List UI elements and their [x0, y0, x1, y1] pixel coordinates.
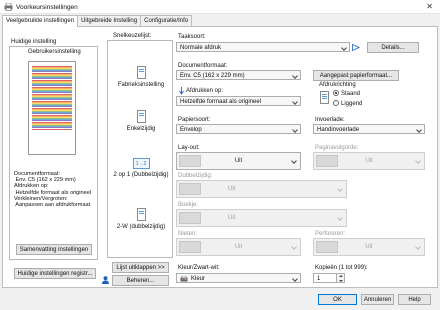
copies-label: Kopieën (1 tot 999):: [315, 265, 368, 271]
close-icon[interactable]: ✕: [426, 2, 433, 11]
arrow-right-icon: [352, 44, 360, 51]
details-button[interactable]: Details...: [367, 42, 419, 53]
info-line: Aanpassen aan afdrukformaat: [14, 202, 91, 209]
quick-select-label: Enkelzijdig: [126, 126, 156, 132]
help-button[interactable]: Help: [398, 294, 431, 305]
manage-button[interactable]: Beheren...: [112, 275, 169, 286]
quick-select-list: Fabrieksinstelling Enkelzijdig 1→2 2 op …: [107, 40, 173, 258]
paper-type-label: Papiersoort:: [178, 117, 211, 123]
stepper-up-icon[interactable]: [339, 275, 343, 277]
layout-select[interactable]: Uit: [176, 152, 301, 170]
input-tray-label: Invoerlade:: [315, 117, 345, 123]
page-order-label: Paginavolgorde:: [315, 145, 359, 151]
expand-list-button[interactable]: Lijst uitklappen >>: [112, 262, 169, 273]
color-print-icon: [180, 275, 188, 281]
quick-select-item-single-sided[interactable]: Enkelzijdig: [108, 110, 174, 132]
info-line: Hetzelfde formaat als origineel: [14, 189, 92, 196]
color-mode-value: Kleur: [191, 275, 206, 282]
custom-paper-size-button[interactable]: Aangepast papierformaat...: [313, 70, 399, 81]
title-bar: Voorkeursinstellingen ✕: [0, 0, 440, 14]
punch-icon: [316, 241, 338, 253]
page-order-value: Uit: [365, 158, 373, 164]
duplex-select[interactable]: Uit: [176, 180, 347, 198]
color-mode-label: Kleur/Zwart-wit:: [178, 265, 220, 271]
copies-stepper[interactable]: [337, 273, 345, 283]
register-current-settings-button[interactable]: Huidige instellingen registr...: [14, 268, 96, 279]
two-up-icon: 1→2: [132, 158, 150, 169]
printer-icon: [4, 3, 13, 11]
orientation-label: Afdrukrichting: [319, 82, 356, 88]
job-type-label: Taaksoort:: [178, 34, 206, 40]
orientation-landscape-label: Liggend: [341, 101, 363, 107]
input-tray-select[interactable]: Handinvoerlade: [313, 124, 425, 134]
page-order-icon: [316, 155, 338, 167]
punch-label: Perforeren:: [315, 231, 346, 237]
radio-dot: [333, 90, 339, 96]
layout-label: Lay-out:: [178, 145, 200, 151]
tab-frequent-settings[interactable]: Veelgebruikte instellingen: [2, 15, 79, 27]
user-icon: [102, 276, 109, 284]
document-icon: [136, 208, 146, 221]
preview-color-stripes: [32, 66, 72, 130]
staple-select[interactable]: Uit: [176, 238, 301, 256]
print-on-select[interactable]: Hetzelfde formaat als origineel: [176, 96, 301, 106]
staple-icon: [179, 241, 201, 253]
current-setting-panel: Gebruikersinstelling Documentformaat: En…: [9, 46, 98, 260]
ok-button[interactable]: OK: [318, 294, 357, 305]
current-setting-name: Gebruikersinstelling: [28, 49, 81, 55]
staple-value: Uit: [234, 244, 243, 250]
quick-select-label: 2-W (dubbelzijdig): [116, 224, 166, 230]
layout-icon: [179, 155, 201, 167]
page-order-select[interactable]: Uit: [313, 152, 425, 170]
layout-value: Uit: [234, 158, 243, 164]
orientation-portrait-label: Staand: [341, 91, 361, 97]
current-setting-heading: Huidige instelling: [11, 39, 57, 45]
settings-summary-button[interactable]: Samenvatting instellingen: [16, 244, 92, 255]
quick-select-label: Fabrieksinstelling: [117, 82, 165, 88]
color-mode-select[interactable]: Kleur: [176, 273, 301, 283]
copies-input[interactable]: 1: [313, 273, 337, 283]
radio-dot: [333, 100, 339, 106]
quick-select-item-2w-duplex[interactable]: 2-W (dubbelzijdig): [108, 208, 174, 230]
booklet-label: Boekje:: [178, 202, 199, 208]
tab-configuration-info[interactable]: Configuratie/Info: [140, 15, 193, 26]
booklet-icon: [179, 212, 201, 224]
document-icon: [136, 66, 146, 79]
orientation-icon: [320, 91, 329, 104]
orientation-landscape-radio[interactable]: Liggend: [333, 100, 362, 107]
paper-type-select[interactable]: Envelop: [176, 124, 301, 134]
cancel-button[interactable]: Annuleren: [361, 294, 394, 305]
document-icon: [136, 110, 146, 123]
booklet-value: Uit: [228, 215, 236, 221]
print-on-label: Afdrukken op:: [186, 88, 224, 94]
document-size-label: Documentformaat:: [178, 63, 228, 69]
arrow-down-icon: [179, 87, 184, 95]
booklet-select[interactable]: Uit: [176, 209, 347, 227]
punch-select[interactable]: Uit: [313, 238, 425, 256]
current-setting-info: Documentformaat: Env. C5 (162 x 229 mm) A…: [14, 171, 91, 208]
duplex-label: Dubbelzijdig:: [178, 173, 213, 179]
duplex-icon: [179, 183, 201, 195]
stepper-down-icon[interactable]: [339, 279, 343, 282]
duplex-value: Uit: [228, 186, 236, 192]
orientation-portrait-radio[interactable]: Staand: [333, 90, 360, 97]
document-size-select[interactable]: Env. C5 (162 x 229 mm): [176, 70, 301, 80]
job-type-select[interactable]: Normale afdruk: [176, 42, 350, 52]
staple-label: Nieten:: [178, 231, 198, 237]
page-preview: [28, 61, 76, 155]
quick-select-heading: Snelkeuzelijst:: [113, 33, 152, 39]
punch-value: Uit: [365, 244, 373, 250]
tab-extended-settings[interactable]: Uitgebreide Instelling: [77, 15, 142, 26]
quick-select-item-2in1-duplex[interactable]: 1→2 2 op 1 (Dubbelzijdig): [108, 158, 174, 178]
quick-select-item-factory[interactable]: Fabrieksinstelling: [108, 66, 174, 88]
window-title: Voorkeursinstellingen: [16, 3, 78, 11]
quick-select-label: 2 op 1 (Dubbelzijdig): [113, 172, 169, 178]
